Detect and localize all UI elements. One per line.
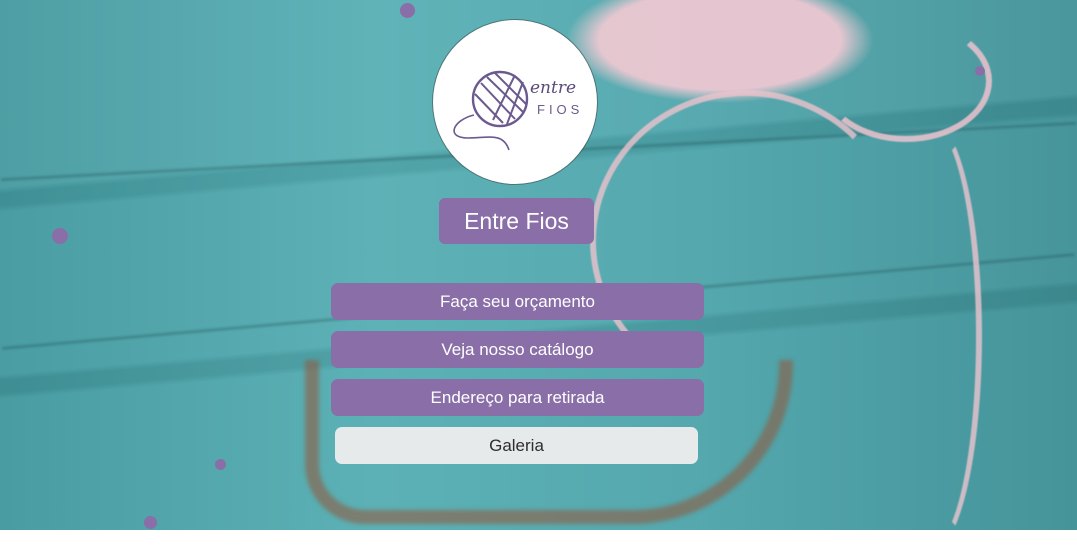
decor-dot (144, 516, 157, 529)
decor-dot (215, 459, 226, 470)
pickup-address-link-button[interactable]: Endereço para retirada (331, 379, 704, 416)
page-title: Entre Fios (439, 198, 594, 244)
gallery-link-button[interactable]: Galeria (335, 427, 698, 464)
decor-dot (975, 66, 985, 76)
catalog-link-button[interactable]: Veja nosso catálogo (331, 331, 704, 368)
yarn-strand (820, 20, 992, 142)
yarn-strand (880, 120, 982, 552)
quote-link-button[interactable]: Faça seu orçamento (331, 283, 704, 320)
decor-dot (400, 3, 415, 18)
decor-dot (52, 228, 68, 244)
logo-word-fios: FIOS (537, 102, 584, 117)
logo-word-entre: entre (530, 78, 577, 98)
